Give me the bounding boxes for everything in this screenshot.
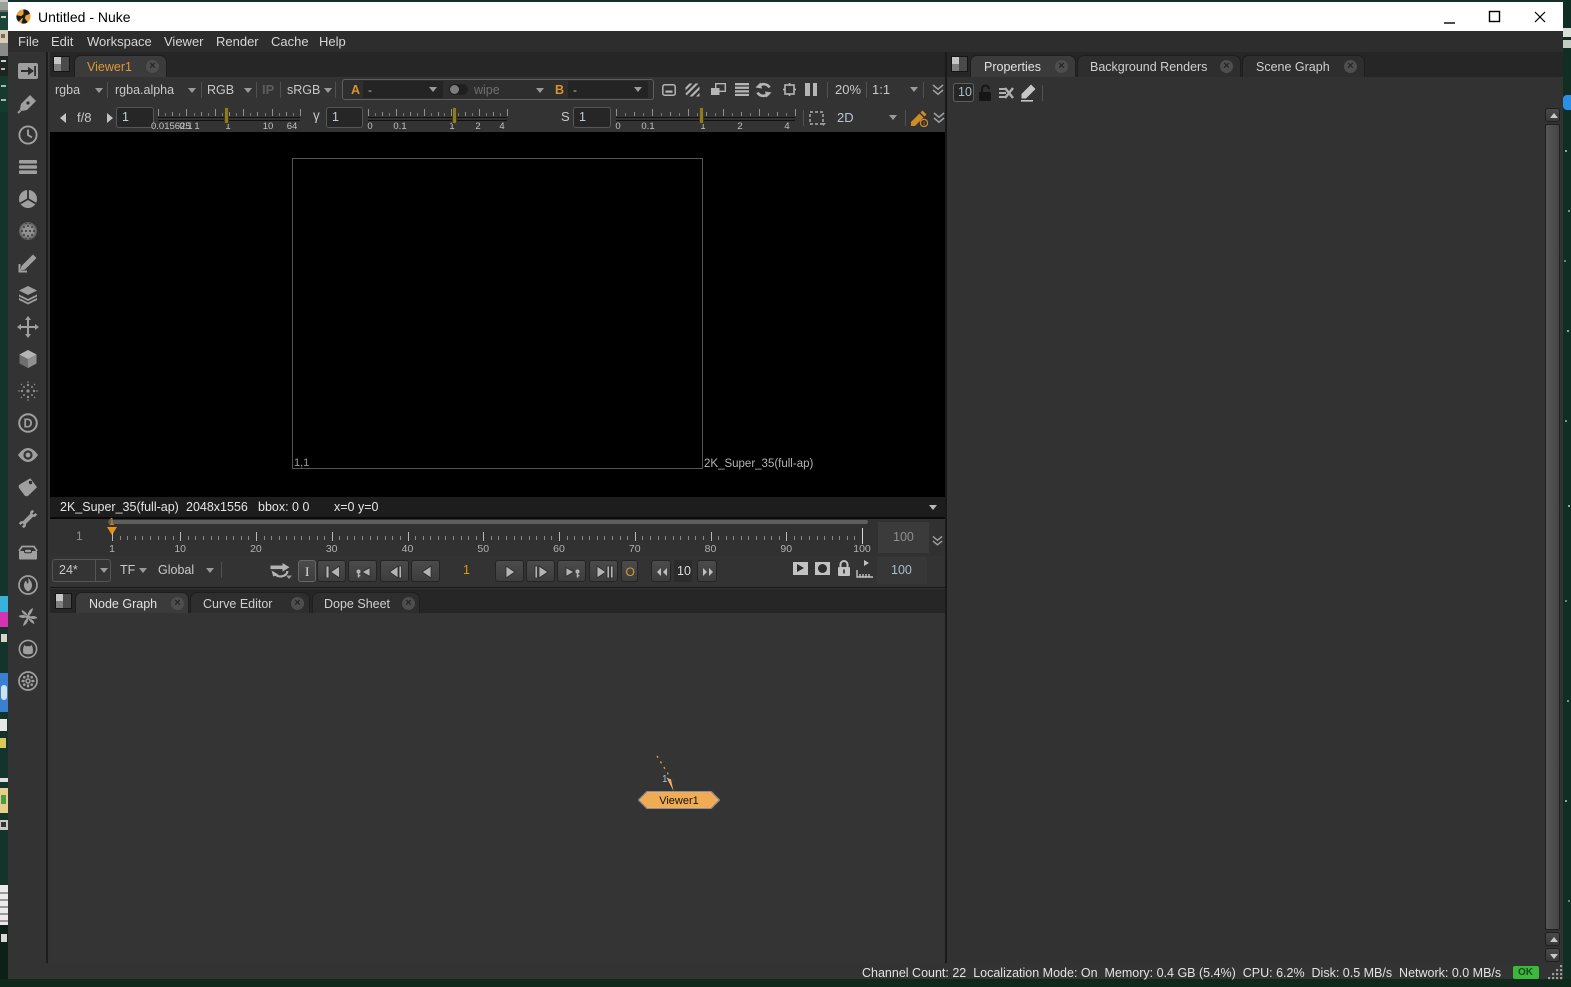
svg-text:1: 1 <box>662 774 668 785</box>
svg-text:D: D <box>23 417 32 431</box>
svg-text:i: i <box>923 121 924 127</box>
svg-text:Viewer1: Viewer1 <box>659 795 699 807</box>
